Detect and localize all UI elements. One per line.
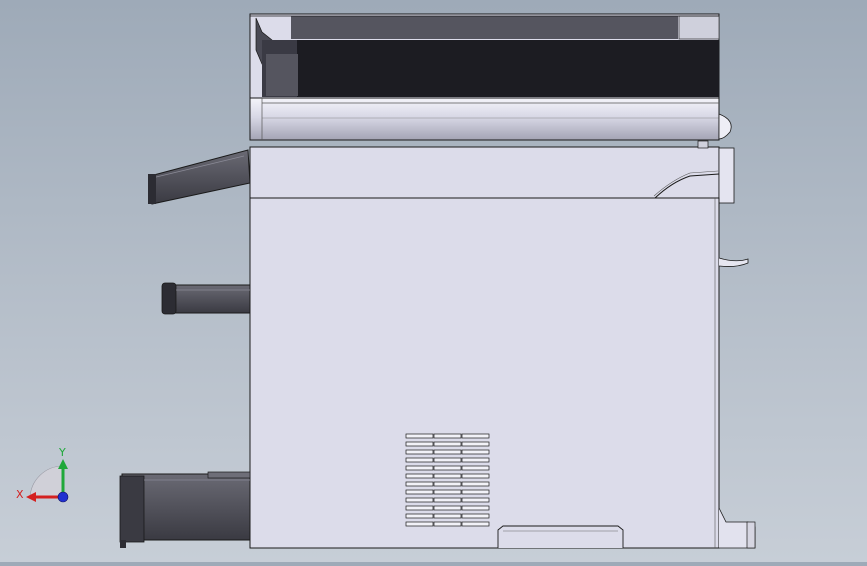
output-tray[interactable]: [148, 149, 251, 205]
vent-slot: [433, 433, 462, 439]
z-axis-dot: [57, 491, 69, 503]
vent-slot: [433, 465, 462, 471]
vent-slot: [433, 473, 462, 479]
vent-slot: [461, 457, 490, 463]
vent-slot: [461, 513, 490, 519]
vent-slot: [433, 449, 462, 455]
vent-slot: [433, 441, 462, 447]
cad-viewport[interactable]: X Y: [0, 0, 867, 562]
vent-slot: [433, 497, 462, 503]
vent-slot: [433, 513, 462, 519]
vent-slot: [405, 433, 434, 439]
vent-slot: [461, 481, 490, 487]
paper-cassette[interactable]: [119, 471, 251, 548]
vent-slot: [461, 433, 490, 439]
vent-slot: [461, 497, 490, 503]
vent-slot: [461, 473, 490, 479]
vent-slot: [405, 457, 434, 463]
coordinate-triad: X Y: [16, 446, 69, 503]
vent-slot: [433, 481, 462, 487]
y-axis-label: Y: [58, 446, 66, 459]
vent-slot: [405, 441, 434, 447]
output-section: [249, 140, 735, 204]
cabinet-handle[interactable]: [497, 525, 624, 548]
vent-slot: [405, 481, 434, 487]
vent-slot: [461, 449, 490, 455]
scanner-glass: [249, 97, 732, 141]
vent-slot: [433, 505, 462, 511]
vent-slot: [405, 505, 434, 511]
vent-slot: [461, 465, 490, 471]
vent-slot: [461, 441, 490, 447]
vent-slot: [433, 489, 462, 495]
vent-slot: [405, 513, 434, 519]
vent-slot: [433, 457, 462, 463]
vent-slot: [461, 521, 490, 527]
vent-slot: [405, 465, 434, 471]
vent-slot: [405, 449, 434, 455]
vent-slot: [433, 521, 462, 527]
vent-slot: [461, 489, 490, 495]
vent-slot: [461, 505, 490, 511]
main-cabinet: [249, 197, 756, 549]
x-axis-label: X: [16, 488, 24, 501]
vent-slot: [405, 497, 434, 503]
document-feeder: [249, 13, 720, 99]
vent-slot: [405, 489, 434, 495]
vent-slot: [405, 521, 434, 527]
bypass-tray[interactable]: [161, 282, 251, 315]
vent-slot: [405, 473, 434, 479]
